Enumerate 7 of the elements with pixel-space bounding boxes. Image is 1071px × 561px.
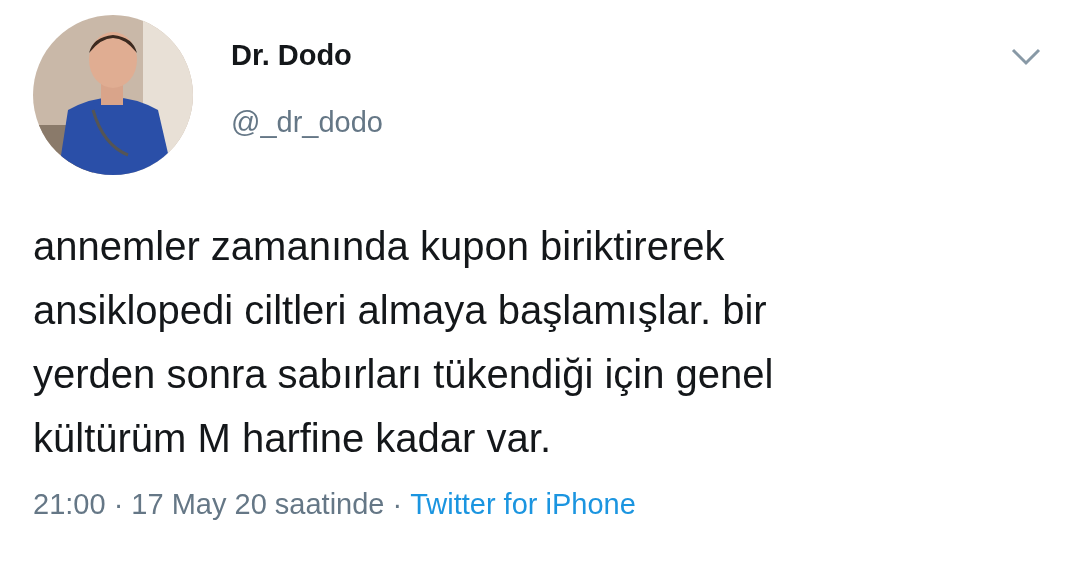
tweet-timestamp[interactable]: 21:00 · 17 May 20 saatinde xyxy=(33,488,385,521)
separator: · xyxy=(392,488,403,521)
tweet-text: annemler zamanında kupon biriktirerek ansiklopedi ciltleri almaya başlamışlar. bir yerden sonra sabırları tükendiği için genel kültürüm M harfine kadar var. xyxy=(33,223,775,462)
chevron-down-icon[interactable] xyxy=(1011,48,1041,66)
author-handle[interactable]: @_dr_dodo xyxy=(231,106,383,139)
author-name[interactable]: Dr. Dodo xyxy=(231,39,383,72)
source-link[interactable]: Twitter for iPhone xyxy=(410,488,636,521)
